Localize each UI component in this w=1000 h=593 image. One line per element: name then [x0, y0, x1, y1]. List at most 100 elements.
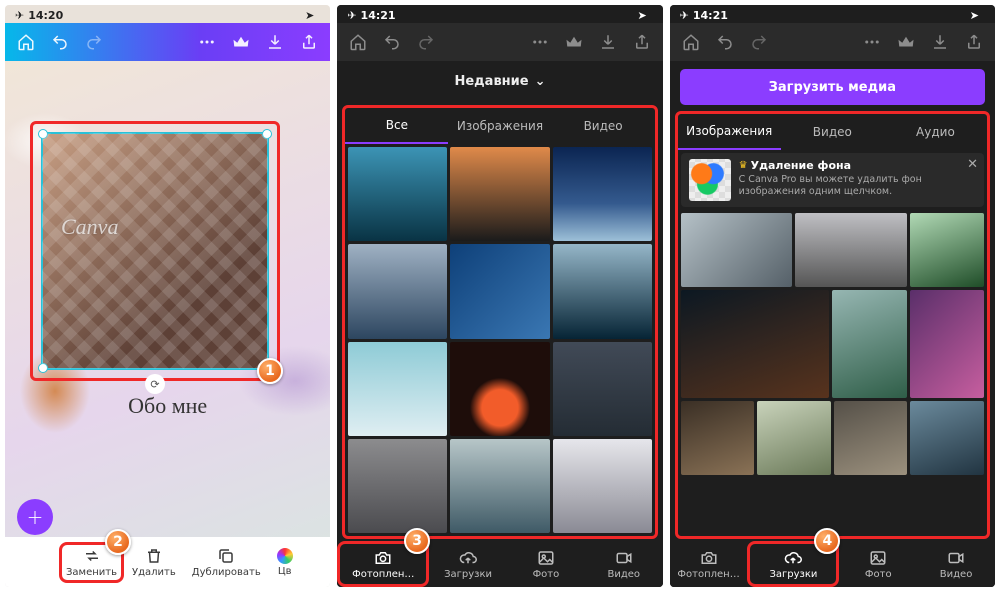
source-tabbar: Фотоплен… Загрузки 4 Фото Видео	[670, 541, 995, 587]
redo-icon[interactable]	[79, 27, 109, 57]
more-icon[interactable]	[192, 27, 222, 57]
media-thumb[interactable]	[450, 244, 549, 338]
filter-tab-all[interactable]: Все	[345, 108, 448, 144]
panel-editor: ✈︎14:20 ➤ Canva	[5, 5, 330, 587]
plane-icon: ✈︎	[680, 9, 689, 22]
nav-icon: ➤	[305, 9, 314, 22]
media-thumb[interactable]	[553, 342, 652, 436]
home-icon[interactable]	[676, 27, 706, 57]
media-thumb[interactable]	[450, 439, 549, 533]
rotate-handle[interactable]: ⟳	[145, 374, 165, 394]
video-icon	[947, 549, 965, 567]
media-thumb[interactable]	[450, 342, 549, 436]
filter-tab-video[interactable]: Видео	[781, 114, 884, 150]
tab-photo[interactable]: Фото	[839, 541, 917, 587]
home-icon[interactable]	[11, 27, 41, 57]
delete-label: Удалить	[132, 567, 176, 578]
add-fab[interactable]: +	[17, 499, 53, 535]
media-thumb[interactable]	[795, 213, 907, 287]
bg-remover-promo[interactable]: ♛Удаление фона С Canva Pro вы можете уда…	[681, 153, 984, 207]
highlight-frame-4: Изображения Видео Аудио ♛Удаление фона С…	[675, 111, 990, 539]
status-bar: ✈︎14:21 ➤	[670, 5, 995, 23]
redo-icon[interactable]	[744, 27, 774, 57]
media-thumb[interactable]	[348, 147, 447, 241]
promo-desc: С Canva Pro вы можете удалить фон изобра…	[739, 174, 976, 198]
color-label: Цв	[278, 566, 292, 577]
media-thumb[interactable]	[681, 401, 755, 475]
resize-handle-tl[interactable]	[38, 129, 48, 139]
close-icon[interactable]: ✕	[967, 157, 978, 172]
resize-handle-bl[interactable]	[38, 363, 48, 373]
canvas[interactable]: Canva ⟳ 1 Обо мне + Заменить 2 Удалить	[5, 61, 330, 587]
tab-uploads[interactable]: Загрузки 4	[747, 541, 839, 587]
media-thumb[interactable]	[757, 401, 831, 475]
media-thumb[interactable]	[553, 439, 652, 533]
filter-tab-images[interactable]: Изображения	[448, 108, 551, 144]
element-toolbar: Заменить 2 Удалить Дублировать Цв	[5, 537, 330, 587]
trash-icon	[145, 547, 163, 565]
image-icon	[869, 549, 887, 567]
undo-icon[interactable]	[45, 27, 75, 57]
tab-video[interactable]: Видео	[917, 541, 995, 587]
tab-camera-roll[interactable]: Фотоплен… 3	[337, 541, 429, 587]
tab-camera-roll[interactable]: Фотоплен…	[670, 541, 748, 587]
media-thumb[interactable]	[553, 147, 652, 241]
share-icon[interactable]	[959, 27, 989, 57]
media-thumb[interactable]	[450, 147, 549, 241]
tab-label: Загрузки	[444, 569, 492, 580]
canvas-caption[interactable]: Обо мне	[128, 393, 207, 419]
more-icon[interactable]	[857, 27, 887, 57]
media-thumb[interactable]	[834, 401, 908, 475]
resize-handle-tr[interactable]	[262, 129, 272, 139]
delete-button[interactable]: Удалить	[124, 543, 184, 582]
download-icon[interactable]	[925, 27, 955, 57]
editor-toolbar	[670, 23, 995, 61]
home-icon[interactable]	[343, 27, 373, 57]
chevron-down-icon: ⌄	[535, 74, 546, 89]
step-badge-4: 4	[814, 528, 840, 554]
source-tabbar: Фотоплен… 3 Загрузки Фото Видео	[337, 541, 662, 587]
panel-uploads: ✈︎14:21 ➤ Загрузить медиа Изображения Ви…	[670, 5, 995, 587]
video-icon	[615, 549, 633, 567]
filter-tab-audio[interactable]: Аудио	[884, 114, 987, 150]
undo-icon[interactable]	[710, 27, 740, 57]
media-thumb[interactable]	[553, 244, 652, 338]
media-thumb[interactable]	[910, 213, 984, 287]
highlight-frame-1: Canva ⟳ 1	[30, 121, 280, 381]
media-thumb[interactable]	[348, 244, 447, 338]
color-button[interactable]: Цв	[269, 544, 293, 581]
media-thumb[interactable]	[910, 401, 984, 475]
selected-photo[interactable]: Canva ⟳	[41, 132, 269, 370]
album-dropdown[interactable]: Недавние ⌄	[337, 61, 662, 101]
media-thumb[interactable]	[832, 290, 906, 398]
undo-icon[interactable]	[377, 27, 407, 57]
download-icon[interactable]	[593, 27, 623, 57]
crown-icon[interactable]	[226, 27, 256, 57]
tab-uploads[interactable]: Загрузки	[429, 541, 507, 587]
media-thumb[interactable]	[910, 290, 984, 398]
nav-icon: ➤	[970, 9, 979, 22]
media-grid	[345, 144, 654, 536]
replace-button[interactable]: Заменить 2	[59, 542, 124, 583]
media-masonry	[678, 210, 987, 536]
filter-tabs: Изображения Видео Аудио	[678, 114, 987, 150]
tab-video[interactable]: Видео	[585, 541, 663, 587]
share-icon[interactable]	[294, 27, 324, 57]
tab-photo[interactable]: Фото	[507, 541, 585, 587]
download-icon[interactable]	[260, 27, 290, 57]
media-thumb[interactable]	[681, 213, 793, 287]
media-thumb[interactable]	[681, 290, 830, 398]
filter-tab-images[interactable]: Изображения	[678, 114, 781, 150]
duplicate-button[interactable]: Дублировать	[184, 543, 269, 582]
share-icon[interactable]	[627, 27, 657, 57]
filter-tab-video[interactable]: Видео	[552, 108, 655, 144]
media-thumb[interactable]	[348, 439, 447, 533]
redo-icon[interactable]	[411, 27, 441, 57]
crown-icon[interactable]	[559, 27, 589, 57]
crown-icon[interactable]	[891, 27, 921, 57]
swap-icon	[83, 547, 101, 565]
media-thumb[interactable]	[348, 342, 447, 436]
more-icon[interactable]	[525, 27, 555, 57]
upload-media-button[interactable]: Загрузить медиа	[680, 69, 985, 105]
tab-label: Фото	[533, 569, 560, 580]
